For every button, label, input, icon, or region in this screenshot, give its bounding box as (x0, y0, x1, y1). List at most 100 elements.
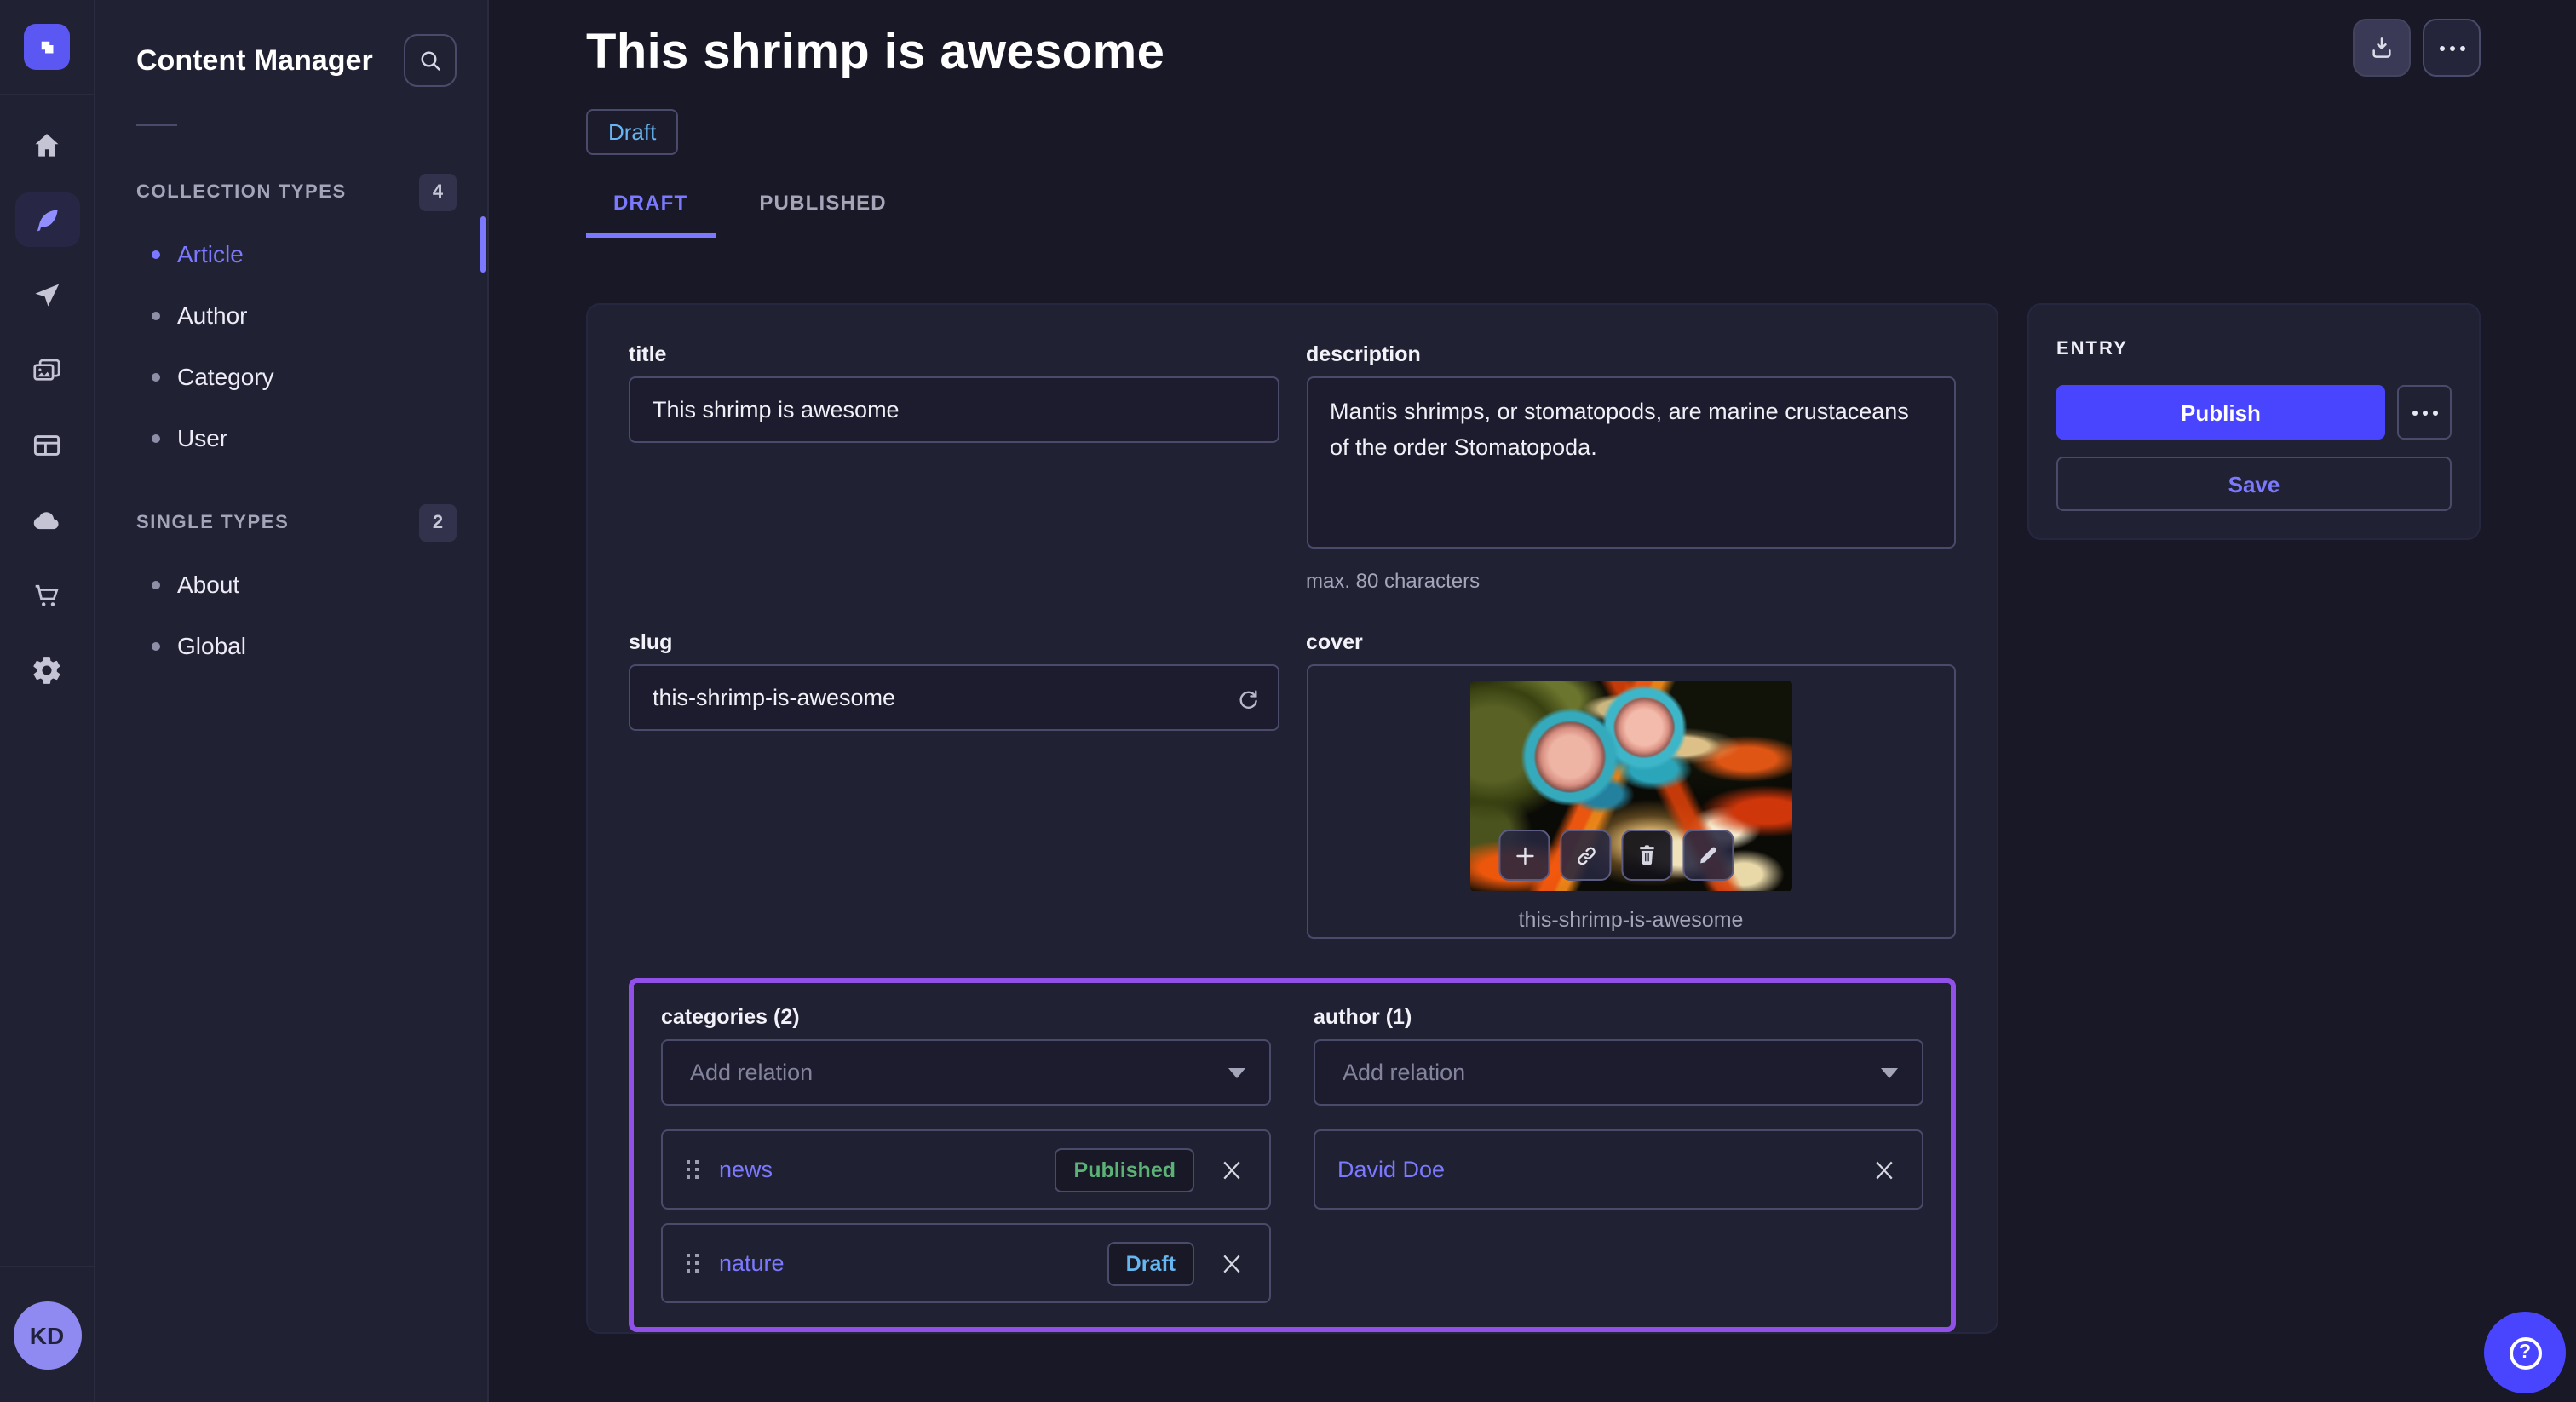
sidebar-item-about[interactable]: About (95, 559, 487, 610)
cover-field: cover (1306, 630, 1956, 939)
remove-relation-button[interactable] (1869, 1154, 1900, 1185)
bullet-icon (152, 641, 160, 650)
bullet-icon (152, 580, 160, 589)
section-label: SINGLE TYPES (136, 513, 289, 533)
version-tabs: DRAFT PUBLISHED (586, 191, 2481, 238)
close-x-icon (1220, 1158, 1244, 1181)
categories-relation-select[interactable]: Add relation (661, 1039, 1271, 1106)
cloud-icon[interactable] (14, 492, 79, 547)
settings-gear-icon[interactable] (14, 642, 79, 697)
marketplace-cart-icon[interactable] (14, 567, 79, 622)
help-button[interactable]: ? (2484, 1312, 2566, 1393)
sidebar-item-label: Author (177, 302, 248, 329)
categories-label: categories (2) (661, 1005, 1271, 1029)
regenerate-slug-button[interactable] (1234, 685, 1260, 710)
close-x-icon (1220, 1251, 1244, 1275)
description-helper: max. 80 characters (1306, 569, 1956, 593)
title-label: title (629, 342, 1279, 366)
single-types-section: SINGLE TYPES 2 About Global (95, 504, 487, 671)
sidebar-item-label: Category (177, 363, 274, 390)
select-placeholder: Add relation (1343, 1060, 1465, 1085)
media-library-icon[interactable] (14, 342, 79, 397)
relation-link[interactable]: David Doe (1337, 1157, 1445, 1182)
cover-label: cover (1306, 630, 1956, 654)
drag-handle-icon[interactable] (685, 1252, 700, 1274)
cover-asset-card: this-shrimp-is-awesome (1306, 664, 1956, 939)
bullet-icon (152, 311, 160, 319)
bullet-icon (152, 434, 160, 442)
entry-more-button[interactable] (2397, 385, 2452, 440)
tab-draft[interactable]: DRAFT (586, 191, 715, 238)
icon-rail: KD (0, 0, 95, 1402)
sidebar-item-user[interactable]: User (95, 412, 487, 463)
slug-input[interactable] (629, 664, 1279, 731)
strapi-logo-icon[interactable] (24, 24, 70, 70)
relations-highlighted-section: categories (2) Add relation news (629, 978, 1956, 1332)
relation-status-badge: Published (1055, 1147, 1194, 1192)
description-label: description (1306, 342, 1956, 366)
more-icon (2409, 410, 2440, 415)
sidebar-item-category[interactable]: Category (95, 351, 487, 402)
chevron-down-icon (1228, 1067, 1245, 1077)
sidebar-item-article[interactable]: Article (95, 228, 487, 279)
tab-published[interactable]: PUBLISHED (732, 191, 914, 238)
send-icon[interactable] (14, 267, 79, 322)
section-count-badge: 4 (419, 174, 457, 211)
description-textarea[interactable]: Mantis shrimps, or stomatopods, are mari… (1306, 376, 1956, 549)
delete-asset-button[interactable] (1622, 830, 1673, 881)
entry-panel-title: ENTRY (2056, 339, 2452, 359)
more-options-button[interactable] (2423, 19, 2481, 77)
content-type-builder-icon[interactable] (14, 417, 79, 472)
title-input[interactable] (629, 376, 1279, 443)
sidebar-item-label: Article (177, 240, 244, 267)
copy-link-button[interactable] (1561, 830, 1612, 881)
header-actions (2353, 19, 2481, 77)
status-badge: Draft (586, 109, 678, 155)
sidebar-title: Content Manager (136, 43, 373, 78)
search-button[interactable] (404, 34, 457, 87)
regenerate-icon (1234, 685, 1260, 710)
cover-caption: this-shrimp-is-awesome (1519, 908, 1744, 932)
edit-asset-button[interactable] (1683, 830, 1734, 881)
save-button[interactable]: Save (2056, 457, 2452, 511)
close-x-icon (1872, 1158, 1896, 1181)
drag-handle-icon[interactable] (685, 1158, 700, 1181)
download-button[interactable] (2353, 19, 2411, 77)
search-icon (417, 48, 443, 73)
sidebar-item-label: Global (177, 632, 246, 659)
relation-status-badge: Draft (1107, 1241, 1194, 1285)
remove-relation-button[interactable] (1216, 1154, 1247, 1185)
relation-item-nature: nature Draft (661, 1223, 1271, 1303)
select-placeholder: Add relation (690, 1060, 813, 1085)
slug-label: slug (629, 630, 1279, 654)
slug-field: slug (629, 630, 1279, 939)
pencil-icon (1697, 843, 1721, 867)
user-avatar[interactable]: KD (13, 1301, 81, 1369)
sidebar-item-author[interactable]: Author (95, 290, 487, 341)
help-question-icon: ? (2509, 1336, 2541, 1369)
more-icon (2436, 45, 2467, 50)
main-content: This shrimp is awesome Draft DRAFT PUBLI… (489, 0, 2576, 1402)
divider (136, 124, 177, 126)
content-manager-feather-icon[interactable] (14, 192, 79, 247)
rail-footer: KD (0, 1266, 94, 1402)
remove-relation-button[interactable] (1216, 1248, 1247, 1278)
chevron-down-icon (1881, 1067, 1898, 1077)
logo-wrap (0, 0, 94, 95)
author-relation-select[interactable]: Add relation (1314, 1039, 1923, 1106)
title-field: title (629, 342, 1279, 593)
sidebar-item-global[interactable]: Global (95, 620, 487, 671)
relation-link[interactable]: news (719, 1157, 773, 1182)
home-icon[interactable] (14, 118, 79, 172)
collection-types-section: COLLECTION TYPES 4 Article Author Catego… (95, 174, 487, 463)
add-asset-button[interactable] (1499, 830, 1550, 881)
cover-image (1470, 681, 1792, 891)
publish-button[interactable]: Publish (2056, 385, 2385, 440)
section-label: COLLECTION TYPES (136, 182, 347, 203)
sidebar-item-label: About (177, 571, 239, 598)
download-icon (2368, 34, 2395, 61)
page-title: This shrimp is awesome (586, 26, 2481, 82)
entry-panel: ENTRY Publish Save (2027, 303, 2481, 540)
relation-link[interactable]: nature (719, 1250, 785, 1276)
author-field: author (1) Add relation David Doe (1314, 1005, 1923, 1303)
